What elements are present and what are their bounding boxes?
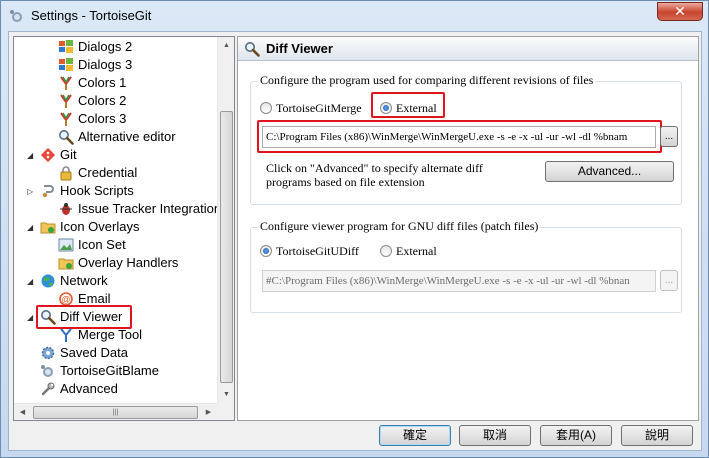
tree-item-label: Credential	[78, 165, 138, 180]
tree-item-label: Saved Data	[60, 345, 128, 360]
ok-button[interactable]: 確定	[379, 425, 451, 446]
tree-item-label: Icon Overlays	[60, 219, 140, 234]
advanced-button[interactable]: Advanced...	[545, 161, 674, 182]
highlight-external-radio	[371, 92, 445, 118]
folder-overlay-icon	[58, 258, 74, 270]
patch-viewer-path-input[interactable]: #C:\Program Files (x86)\WinMerge\WinMerg…	[262, 270, 656, 292]
collapse-arrow-icon[interactable]: ◢	[27, 277, 36, 286]
windows-flag-icon	[59, 58, 73, 71]
collapse-arrow-icon[interactable]: ◢	[27, 151, 36, 160]
tree-item-label: Colors 2	[78, 93, 127, 108]
scroll-left-icon[interactable]: ◀	[14, 404, 31, 421]
collapse-arrow-icon[interactable]: ◢	[27, 313, 36, 322]
tree-item-label: Advanced	[60, 381, 118, 396]
radio-indicator	[260, 102, 272, 114]
diff-viewer-page: Diff Viewer Configure the program used f…	[237, 36, 699, 421]
browse-diff-program-button[interactable]: ...	[660, 126, 678, 147]
windows-flag-icon	[59, 40, 73, 53]
collapse-arrow-icon[interactable]: ◢	[27, 223, 36, 232]
paint-brush-icon	[60, 76, 72, 90]
tortoise-icon	[41, 365, 53, 377]
tree-item-label: Overlay Handlers	[78, 255, 179, 270]
tree-item-label: Colors 1	[78, 75, 127, 90]
tree-item-label: Issue Tracker Integration	[78, 201, 217, 216]
merge-icon	[60, 328, 72, 342]
tree-item-label: Colors 3	[78, 111, 127, 126]
tree-item-label: TortoiseGitBlame	[60, 363, 159, 378]
window-title: Settings - TortoiseGit	[31, 8, 152, 23]
tree-item-label: Dialogs 2	[78, 39, 133, 54]
browse-patch-viewer-button[interactable]: ...	[660, 270, 678, 291]
radio-indicator	[380, 245, 392, 257]
page-title: Diff Viewer	[266, 41, 333, 56]
paint-brush-icon	[60, 94, 72, 108]
tree-item-label: Alternative editor	[78, 129, 176, 144]
expand-arrow-icon[interactable]: ▷	[27, 187, 36, 196]
close-button[interactable]: ✕	[657, 2, 703, 21]
hook-icon	[42, 185, 54, 198]
folder-overlay-icon	[40, 222, 56, 234]
gear-icon	[41, 346, 55, 360]
advanced-hint: Click on "Advanced" to specify alternate…	[266, 161, 483, 189]
settings-window: Settings - TortoiseGit ✕ Dialogs 2 Dialog…	[0, 0, 709, 458]
settings-tree[interactable]: Dialogs 2 Dialogs 3 Colors 1 Colors 2 Colors…	[13, 36, 235, 421]
scroll-up-icon[interactable]: ▲	[218, 37, 235, 54]
tree-item-label: Icon Set	[78, 237, 126, 252]
magnifier-icon	[245, 42, 260, 57]
magnifier-icon	[59, 130, 74, 145]
bug-icon	[60, 203, 72, 215]
svg-text:@: @	[61, 295, 70, 305]
wrench-icon	[41, 382, 55, 396]
title-bar[interactable]: Settings - TortoiseGit ✕	[1, 1, 708, 31]
git-icon	[40, 147, 56, 163]
apply-button[interactable]: 套用(A)	[540, 425, 612, 446]
tree-item-label: Hook Scripts	[60, 183, 134, 198]
scroll-down-icon[interactable]: ▼	[218, 386, 235, 403]
cancel-button[interactable]: 取消	[459, 425, 531, 446]
scroll-thumb[interactable]	[220, 111, 233, 383]
help-button[interactable]: 說明	[621, 425, 693, 446]
patch-viewer-legend: Configure viewer program for GNU diff fi…	[258, 219, 541, 234]
dialog-client: Dialogs 2 Dialogs 3 Colors 1 Colors 2 Colors…	[8, 31, 702, 451]
diff-program-legend: Configure the program used for comparing…	[258, 73, 596, 88]
tree-vertical-scrollbar[interactable]: ▲ ▼	[217, 37, 234, 403]
scrollbar-corner	[217, 403, 234, 420]
globe-icon	[41, 274, 55, 288]
scroll-right-icon[interactable]: ▶	[200, 404, 217, 421]
radio-indicator-selected	[260, 245, 272, 257]
tree-horizontal-scrollbar[interactable]: ◀ ||| ▶	[14, 403, 217, 420]
tree-item-label: Dialogs 3	[78, 57, 133, 72]
paint-brush-icon	[60, 112, 72, 126]
page-header: Diff Viewer	[238, 37, 698, 61]
lock-icon	[60, 166, 72, 181]
tree-item-label: Merge Tool	[78, 327, 143, 342]
tree-item-label: Network	[60, 273, 108, 288]
tree-item-label: Git	[60, 147, 77, 162]
scroll-thumb-horizontal[interactable]: |||	[33, 406, 198, 419]
highlight-path-input	[257, 120, 662, 153]
tortoisegit-icon	[10, 10, 22, 22]
image-icon	[58, 238, 74, 252]
tree-viewport: Dialogs 2 Dialogs 3 Colors 1 Colors 2 Colors…	[14, 37, 217, 403]
